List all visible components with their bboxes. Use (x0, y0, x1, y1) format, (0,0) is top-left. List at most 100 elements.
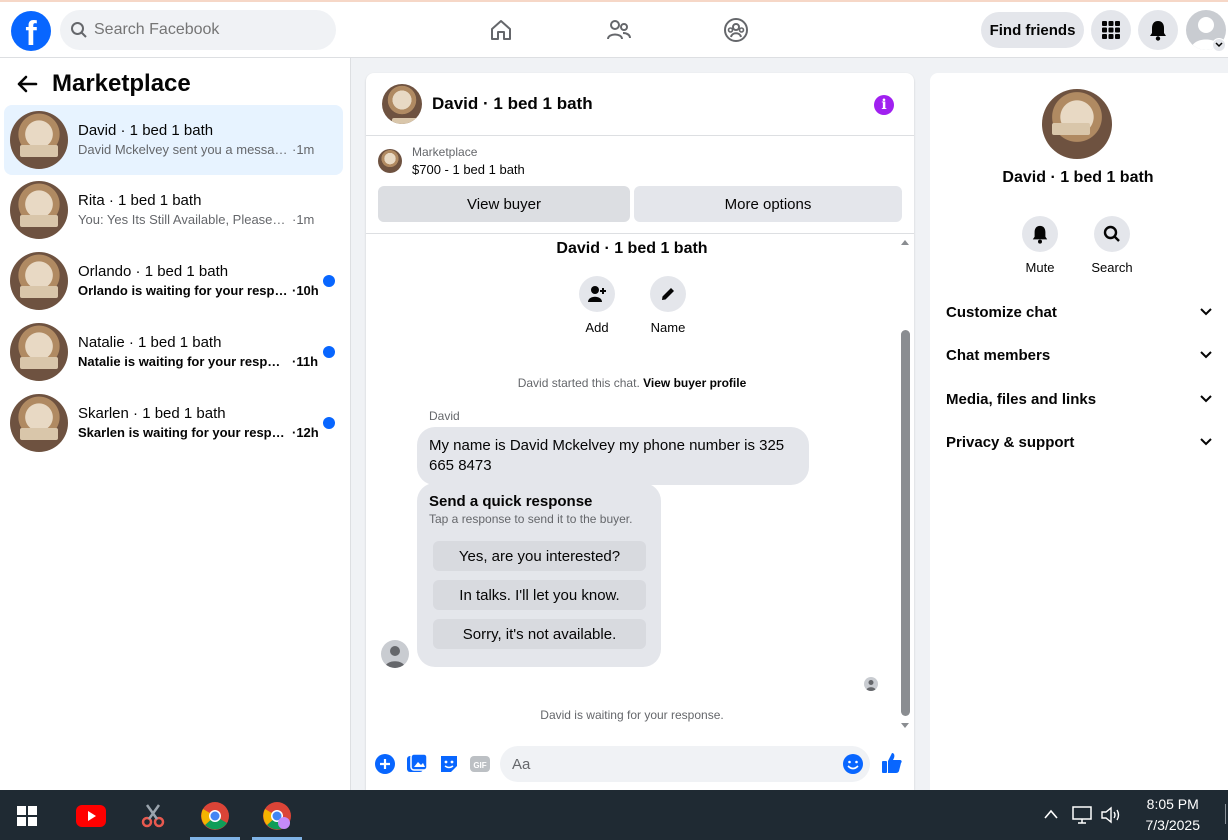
conversation-item[interactable]: David · 1 bed 1 bath David Mckelvey sent… (4, 105, 343, 175)
listing-price: $700 - 1 bed 1 bath (412, 162, 525, 177)
scrollbar-thumb[interactable] (901, 330, 910, 716)
friends-icon[interactable] (605, 16, 633, 44)
chevron-down-icon (1200, 395, 1212, 403)
bell-icon (1032, 225, 1048, 244)
quick-reply-button[interactable]: Sorry, it's not available. (433, 619, 646, 649)
conversation-time: ·10h (292, 283, 319, 298)
home-icon[interactable] (487, 16, 515, 44)
conversation-item[interactable]: Skarlen · 1 bed 1 bath Skarlen is waitin… (4, 388, 343, 458)
conversation-item[interactable]: Orlando · 1 bed 1 bath Orlando is waitin… (4, 246, 343, 316)
listing-thumbnail (378, 149, 402, 173)
find-friends-button[interactable]: Find friends (981, 12, 1084, 48)
info-name: David · 1 bed 1 bath (1002, 169, 1154, 186)
media-files-links-row[interactable]: Media, files and links (946, 387, 1212, 411)
conversation-preview: David Mckelvey sent you a message ... (78, 142, 288, 157)
clock-date: 7/3/2025 (1145, 817, 1201, 833)
youtube-icon[interactable] (75, 800, 107, 832)
conversation-preview: Natalie is waiting for your respon... (78, 354, 288, 369)
facebook-logo[interactable]: f (11, 11, 51, 51)
edit-name-button[interactable]: Name (638, 276, 698, 335)
plus-circle-icon[interactable] (374, 753, 396, 775)
conversation-time: ·1m (292, 212, 315, 227)
quick-reply-button[interactable]: Yes, are you interested? (433, 541, 646, 571)
conversation-name: David · 1 bed 1 bath (78, 122, 214, 139)
search-icon (71, 22, 87, 38)
sticker-icon[interactable] (438, 753, 460, 775)
system-clock[interactable]: 8:05 PM 7/3/2025 (1146, 794, 1201, 836)
conversation-time: ·12h (292, 425, 319, 440)
listing-thumbnail (10, 181, 68, 239)
emoji-icon[interactable] (842, 753, 864, 775)
network-icon[interactable] (1071, 805, 1093, 825)
listing-summary[interactable]: Marketplace $700 - 1 bed 1 bath (378, 145, 525, 177)
name-label: Name (650, 320, 686, 335)
quick-response-subtitle: Tap a response to send it to the buyer. (429, 512, 633, 526)
privacy-support-row[interactable]: Privacy & support (946, 430, 1212, 454)
gif-icon[interactable]: GIF (469, 754, 491, 774)
read-receipt-avatar (864, 677, 878, 691)
search-icon (1103, 225, 1120, 242)
customize-chat-row[interactable]: Customize chat (946, 300, 1212, 324)
notifications-bell-icon[interactable] (1138, 10, 1178, 50)
chevron-down-icon[interactable] (1212, 38, 1226, 52)
conversation-list-panel: Marketplace David · 1 bed 1 bath David M… (0, 58, 351, 790)
thread-title: David · 1 bed 1 bath (556, 240, 708, 257)
photo-icon[interactable] (406, 753, 428, 775)
conversation-item[interactable]: Natalie · 1 bed 1 bath Natalie is waitin… (4, 317, 343, 387)
mute-button[interactable]: Mute (1010, 216, 1070, 275)
add-people-button[interactable]: Add (567, 276, 627, 335)
section-label: Privacy & support (946, 433, 1075, 451)
conversation-name: Skarlen · 1 bed 1 bath (78, 405, 226, 422)
listing-label: Marketplace (412, 145, 478, 159)
thumbs-up-icon[interactable] (880, 751, 904, 775)
search-in-chat-button[interactable]: Search (1082, 216, 1142, 275)
back-arrow-icon[interactable] (16, 75, 38, 93)
chat-header: David · 1 bed 1 bath i (366, 73, 914, 136)
section-label: Media, files and links (946, 390, 1097, 408)
conversation-preview: You: Yes Its Still Available, Please Sen… (78, 212, 288, 227)
snipping-tool-icon[interactable] (137, 800, 169, 832)
info-icon[interactable]: i (874, 95, 894, 115)
chrome-icon[interactable] (199, 800, 231, 832)
search-label: Search (1091, 260, 1133, 275)
add-person-icon (588, 286, 606, 302)
chat-avatar[interactable] (382, 84, 422, 124)
info-avatar (1042, 89, 1112, 159)
conversation-name: Natalie · 1 bed 1 bath (78, 334, 222, 351)
chat-members-row[interactable]: Chat members (946, 343, 1212, 367)
chrome-profile-icon[interactable] (261, 800, 293, 832)
top-navigation-bar: f Find friends (0, 0, 1228, 58)
listing-thumbnail (10, 111, 68, 169)
chevron-up-icon[interactable] (1043, 808, 1059, 820)
page-title: Marketplace (52, 70, 191, 97)
chat-started-text: David started this chat. (517, 376, 640, 390)
message-input[interactable]: Aa (500, 746, 870, 782)
unread-dot (323, 275, 335, 287)
svg-text:GIF: GIF (473, 761, 486, 770)
more-options-button[interactable]: More options (634, 186, 902, 222)
search-box[interactable] (60, 10, 336, 50)
chevron-down-icon (1200, 308, 1212, 316)
volume-icon[interactable] (1100, 805, 1122, 825)
menu-grid-icon[interactable] (1091, 10, 1131, 50)
message-thread[interactable]: David · 1 bed 1 bath Add Name David star… (366, 233, 914, 738)
message-composer: GIF Aa (366, 741, 914, 783)
conversation-name: Orlando · 1 bed 1 bath (78, 263, 229, 280)
search-input[interactable] (94, 21, 314, 39)
windows-taskbar: 8:05 PM 7/3/2025 (0, 790, 1228, 840)
windows-start-icon[interactable] (11, 800, 43, 832)
conversation-time: ·11h (292, 354, 319, 369)
clock-time: 8:05 PM (1146, 796, 1199, 812)
chat-panel: David · 1 bed 1 bath i Marketplace $700 … (366, 73, 914, 790)
view-buyer-button[interactable]: View buyer (378, 186, 630, 222)
listing-thumbnail (10, 252, 68, 310)
chat-header-title[interactable]: David · 1 bed 1 bath (432, 94, 593, 114)
section-label: Customize chat (946, 303, 1057, 321)
message-bubble[interactable]: My name is David Mckelvey my phone numbe… (417, 427, 809, 485)
view-buyer-profile-link[interactable]: View buyer profile (643, 376, 746, 390)
chevron-down-icon (1200, 438, 1212, 446)
chevron-down-icon (1200, 351, 1212, 359)
quick-reply-button[interactable]: In talks. I'll let you know. (433, 580, 646, 610)
groups-icon[interactable] (722, 16, 750, 44)
conversation-item[interactable]: Rita · 1 bed 1 bath You: Yes Its Still A… (4, 175, 343, 245)
